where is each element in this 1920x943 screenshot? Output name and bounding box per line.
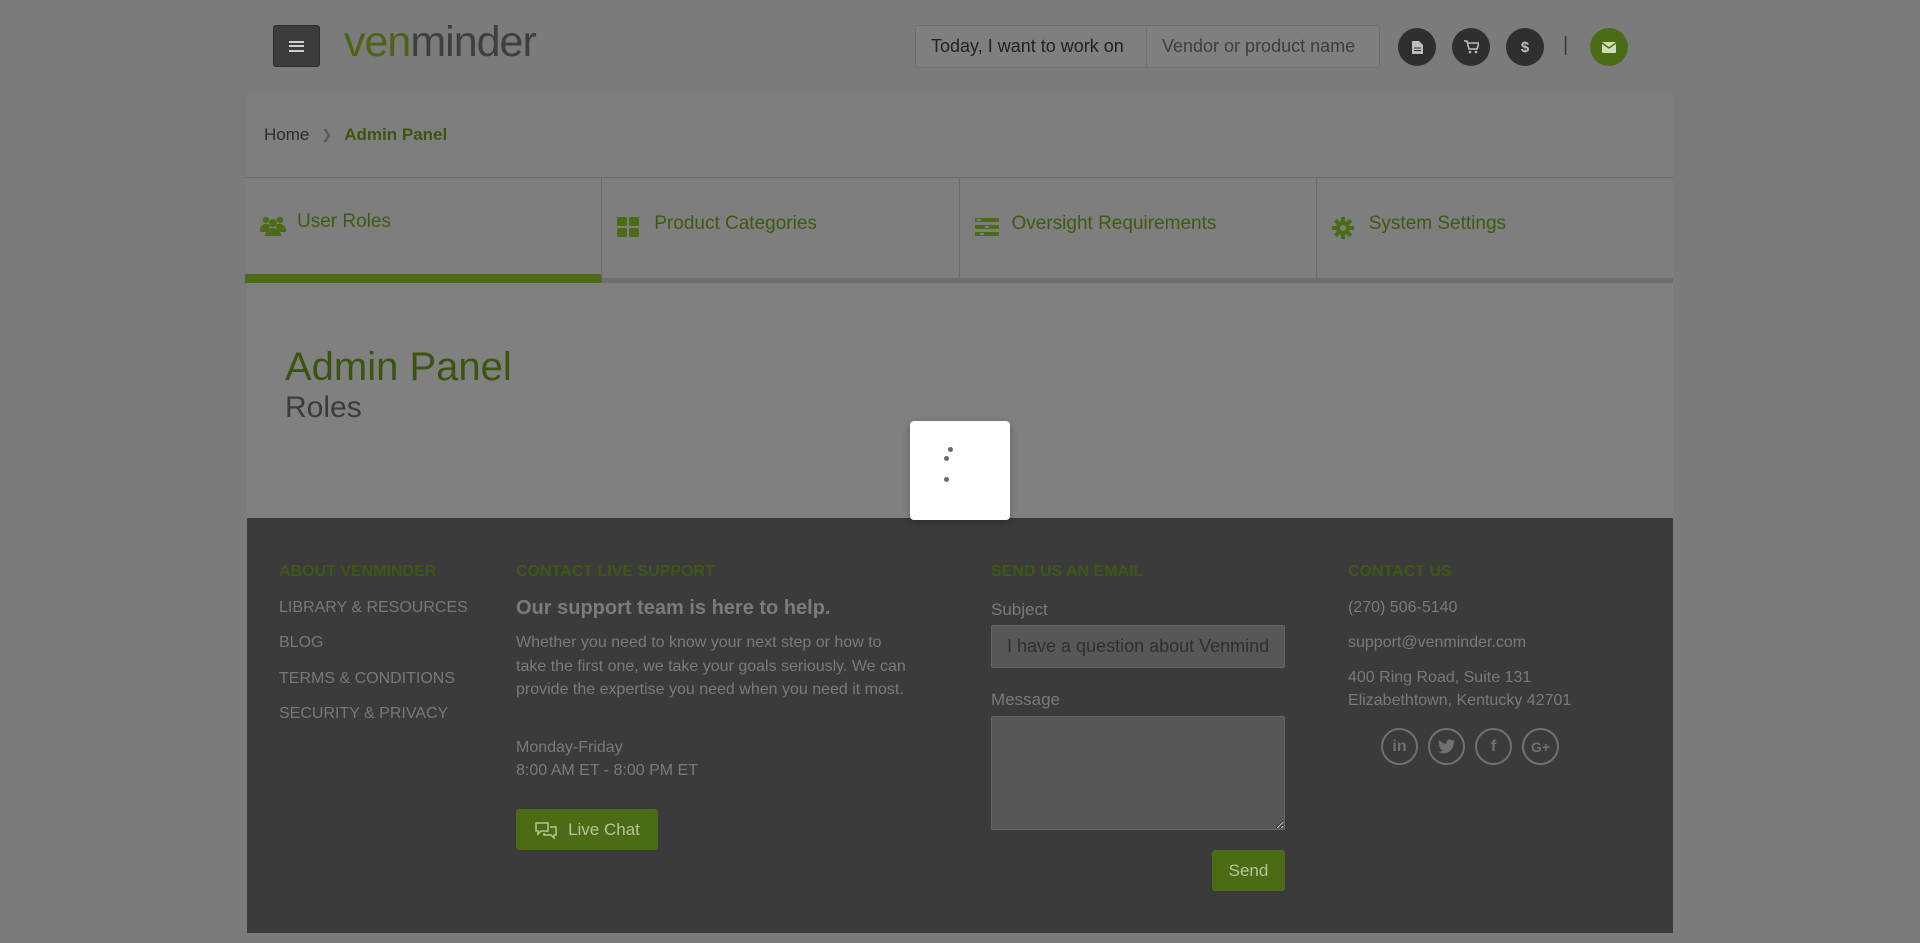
- footer: ABOUT VENMINDER LIBRARY & RESOURCES BLOG…: [247, 518, 1673, 933]
- dollar-icon: $: [1520, 38, 1530, 56]
- tab-label: Product Categories: [654, 213, 817, 234]
- vendor-search-input[interactable]: [1147, 26, 1379, 67]
- support-body-line-3: provide the expertise you need when you …: [516, 681, 904, 698]
- grid-icon: [617, 217, 643, 239]
- chat-icon: [535, 821, 557, 839]
- support-body-line-2: take the first one, we take your goals s…: [516, 658, 906, 675]
- page-title: Admin Panel: [285, 345, 512, 389]
- list-icon: [974, 217, 1001, 239]
- breadcrumb-home-link[interactable]: Home: [264, 125, 309, 145]
- cart-button[interactable]: [1452, 28, 1490, 66]
- tab-system-settings[interactable]: System Settings: [1316, 178, 1673, 283]
- spinner-dot: [944, 456, 949, 461]
- breadcrumb: Home ❯ Admin Panel: [247, 92, 1673, 177]
- document-icon: [1411, 40, 1423, 54]
- subject-field[interactable]: [991, 625, 1285, 668]
- contact-address-line-2: Elizabethtown, Kentucky 42701: [1348, 692, 1572, 709]
- gear-icon: [1331, 217, 1358, 239]
- hamburger-menu-button[interactable]: [273, 25, 320, 67]
- contact-email[interactable]: support@venminder.com: [1348, 631, 1526, 655]
- live-chat-button[interactable]: Live Chat: [516, 809, 658, 850]
- twitter-icon[interactable]: [1428, 728, 1465, 765]
- footer-link-terms[interactable]: TERMS & CONDITIONS: [279, 670, 455, 688]
- page-subtitle: Roles: [285, 391, 362, 424]
- contact-address-line-1: 400 Ring Road, Suite 131: [1348, 669, 1532, 686]
- footer-link-security[interactable]: SECURITY & PRIVACY: [279, 705, 448, 723]
- breadcrumb-chevron-icon: ❯: [321, 126, 333, 142]
- users-icon: [260, 215, 286, 237]
- tab-label: User Roles: [297, 211, 391, 232]
- facebook-icon[interactable]: f: [1475, 728, 1512, 765]
- search-label: Today, I want to work on: [916, 26, 1147, 67]
- spinner-dot: [948, 447, 953, 452]
- logo-minder-text: minder: [410, 18, 536, 66]
- subject-label: Subject: [991, 600, 1048, 619]
- support-hours-days: Monday-Friday: [516, 739, 623, 756]
- footer-email-heading: SEND US AN EMAIL: [991, 563, 1144, 580]
- tab-label: System Settings: [1368, 213, 1507, 234]
- cart-icon: [1463, 40, 1479, 54]
- venminder-logo[interactable]: venminder: [344, 18, 537, 67]
- documents-button[interactable]: [1398, 28, 1436, 66]
- support-hours-time: 8:00 AM ET - 8:00 PM ET: [516, 762, 698, 779]
- footer-contact-heading: CONTACT US: [1348, 563, 1452, 580]
- tab-label: Oversight Requirements: [1011, 213, 1217, 234]
- footer-link-blog[interactable]: BLOG: [279, 634, 323, 652]
- top-header: venminder Today, I want to work on $ |: [247, 0, 1673, 92]
- tab-product-categories[interactable]: Product Categories: [602, 178, 960, 283]
- linkedin-icon[interactable]: in: [1381, 728, 1418, 765]
- mail-icon: [1602, 41, 1616, 53]
- admin-tabs: User Roles Product Categories Oversight …: [245, 177, 1673, 283]
- messages-button[interactable]: [1590, 28, 1628, 66]
- loading-spinner-modal: [910, 421, 1010, 520]
- footer-link-library[interactable]: LIBRARY & RESOURCES: [279, 599, 468, 617]
- breadcrumb-current: Admin Panel: [344, 124, 448, 144]
- contact-phone[interactable]: (270) 506-5140: [1348, 596, 1457, 620]
- billing-button[interactable]: $: [1506, 28, 1544, 66]
- spinner-dot: [944, 477, 949, 482]
- live-chat-label: Live Chat: [568, 819, 640, 839]
- message-field[interactable]: [991, 716, 1285, 830]
- footer-support-heading: CONTACT LIVE SUPPORT: [516, 563, 715, 580]
- header-separator: |: [1563, 34, 1569, 56]
- vendor-search-group: Today, I want to work on: [915, 25, 1380, 68]
- message-label: Message: [991, 690, 1060, 709]
- tab-user-roles[interactable]: User Roles: [245, 178, 603, 283]
- footer-about-heading: ABOUT VENMINDER: [279, 563, 437, 580]
- logo-ven-text: ven: [344, 18, 411, 66]
- support-body-line-1: Whether you need to know your next step …: [516, 634, 882, 651]
- send-button[interactable]: Send: [1212, 850, 1285, 891]
- support-tagline: Our support team is here to help.: [516, 597, 831, 619]
- hamburger-icon: [289, 40, 304, 52]
- tab-oversight-requirements[interactable]: Oversight Requirements: [959, 178, 1317, 283]
- google-plus-icon[interactable]: G+: [1522, 728, 1559, 765]
